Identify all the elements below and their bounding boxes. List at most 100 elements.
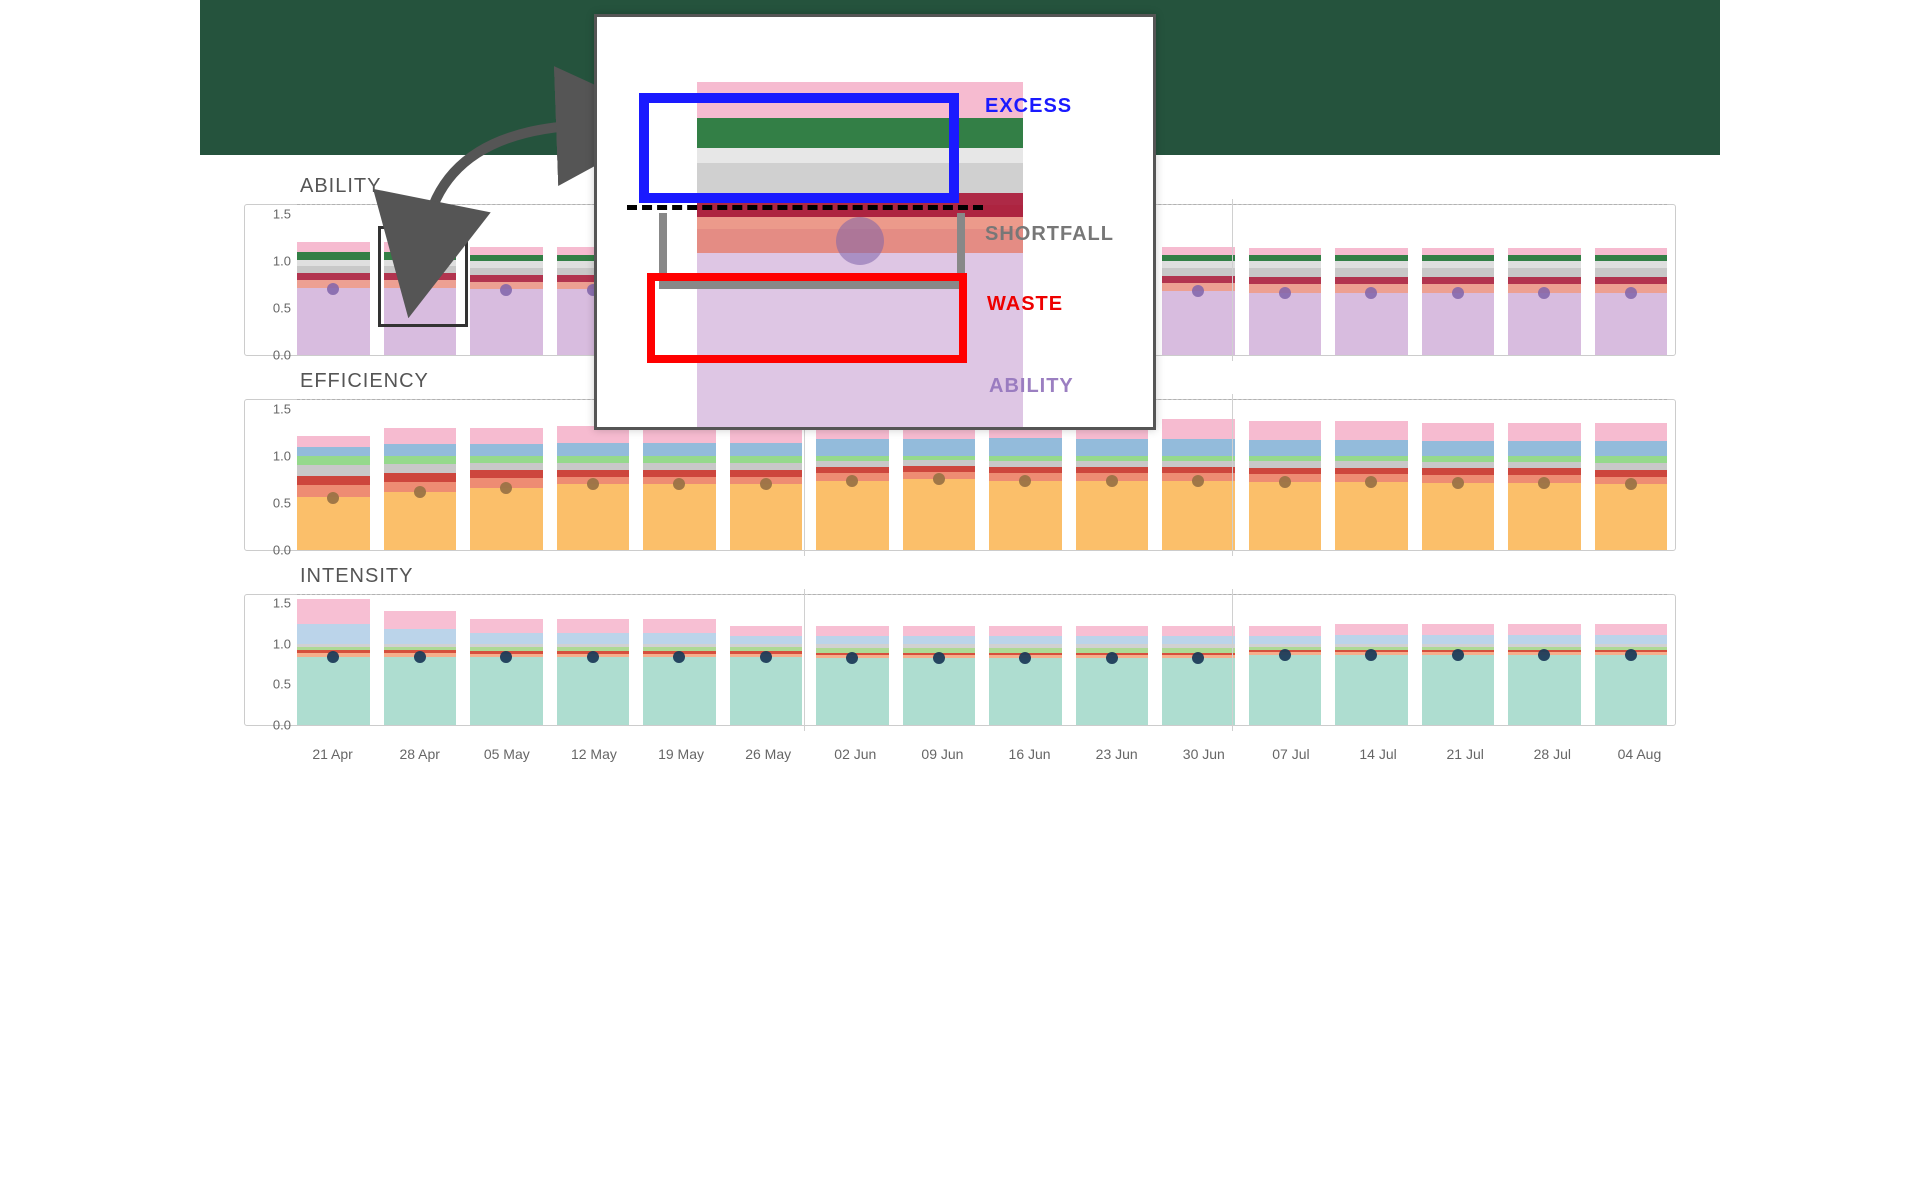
bar-column xyxy=(297,595,370,725)
bar-segment xyxy=(1595,293,1668,355)
callout-waste-box xyxy=(647,273,967,363)
x-tick: 26 May xyxy=(732,740,805,766)
callout-panel: EXCESS SHORTFALL WASTE ABILITY xyxy=(594,14,1156,430)
bar-segment xyxy=(1335,268,1408,277)
bar-segment xyxy=(730,470,803,476)
bar-segment xyxy=(1162,439,1235,456)
bar-segment xyxy=(384,611,457,629)
dot-marker xyxy=(500,284,512,296)
y-tick: 1.0 xyxy=(273,636,291,651)
bar-column xyxy=(470,400,543,550)
bar-segment xyxy=(1508,483,1581,551)
bar-segment xyxy=(643,463,716,471)
dot-marker xyxy=(1019,652,1031,664)
callout-excess-box xyxy=(639,93,959,203)
bar-segment xyxy=(470,633,543,644)
bar-segment xyxy=(557,470,630,476)
bar-segment xyxy=(1162,636,1235,644)
bar-segment xyxy=(1422,293,1495,355)
bar-segment xyxy=(643,456,716,462)
x-tick: 30 Jun xyxy=(1167,740,1240,766)
bar-column xyxy=(989,595,1062,725)
bar-segment xyxy=(816,658,889,725)
bar-segment xyxy=(1249,293,1322,355)
bar-segment xyxy=(1335,293,1408,355)
bar-segment xyxy=(1249,261,1322,268)
bar-segment xyxy=(1595,423,1668,442)
bar-column xyxy=(1335,400,1408,550)
bar-column xyxy=(470,595,543,725)
dot-marker xyxy=(1019,475,1031,487)
bar-segment xyxy=(1422,456,1495,461)
bar-segment xyxy=(1335,255,1408,261)
bar-segment xyxy=(730,657,803,725)
dot-marker xyxy=(1625,287,1637,299)
bar-segment xyxy=(470,275,543,281)
dot-marker xyxy=(673,651,685,663)
bar-segment xyxy=(1249,461,1322,467)
bar-segment xyxy=(1162,255,1235,261)
bar-segment xyxy=(1595,635,1668,644)
bar-segment xyxy=(1595,484,1668,550)
bar-segment xyxy=(297,436,370,447)
bar-segment xyxy=(643,470,716,476)
bar-segment xyxy=(1249,421,1322,441)
bar-segment xyxy=(297,447,370,456)
bar-segment xyxy=(1335,624,1408,635)
bar-segment xyxy=(903,626,976,636)
y-tick: 0.5 xyxy=(273,677,291,692)
bar-segment xyxy=(1335,655,1408,725)
bar-segment xyxy=(1508,624,1581,635)
bar-segment xyxy=(1076,439,1149,456)
bar-segment xyxy=(1595,277,1668,284)
y-tick: 0.5 xyxy=(273,496,291,511)
x-tick: 28 Jul xyxy=(1516,740,1589,766)
bar-column xyxy=(1162,595,1235,725)
dot-marker xyxy=(587,478,599,490)
bar-segment xyxy=(1162,247,1235,255)
bar-segment xyxy=(989,467,1062,473)
bar-segment xyxy=(903,658,976,725)
bar-segment xyxy=(1595,261,1668,268)
bar-segment xyxy=(1508,277,1581,284)
bar-segment xyxy=(643,633,716,644)
bar-segment xyxy=(1335,644,1408,647)
bar-segment xyxy=(1508,644,1581,647)
month-divider xyxy=(1232,199,1233,361)
bar-segment xyxy=(297,242,370,252)
bar-column xyxy=(1162,205,1235,355)
bar-segment xyxy=(1422,261,1495,268)
bar-segment xyxy=(384,647,457,651)
bar-segment xyxy=(903,460,976,465)
bar-segment xyxy=(816,461,889,467)
callout-arrow-icon xyxy=(386,100,606,240)
x-tick: 05 May xyxy=(470,740,543,766)
bar-column xyxy=(816,595,889,725)
dot-marker xyxy=(1192,285,1204,297)
bar-column xyxy=(1335,205,1408,355)
bar-column xyxy=(1595,205,1668,355)
dot-marker xyxy=(1192,652,1204,664)
x-tick: 12 May xyxy=(557,740,630,766)
bar-segment xyxy=(384,473,457,481)
bar-column xyxy=(384,595,457,725)
dot-marker xyxy=(1625,478,1637,490)
bar-segment xyxy=(903,479,976,550)
bar-segment xyxy=(297,647,370,651)
y-tick: 0.0 xyxy=(273,718,291,733)
bar-segment xyxy=(1076,626,1149,636)
bar-segment xyxy=(1162,461,1235,467)
dot-marker xyxy=(500,482,512,494)
bar-segment xyxy=(643,657,716,725)
dot-marker xyxy=(327,492,339,504)
dot-marker xyxy=(933,473,945,485)
bar-segment xyxy=(1508,423,1581,442)
bar-segment xyxy=(816,481,889,550)
bar-segment xyxy=(297,657,370,725)
bar-segment xyxy=(1422,268,1495,277)
bar-segment xyxy=(297,260,370,266)
dot-marker xyxy=(760,651,772,663)
bar-segment xyxy=(1249,277,1322,284)
page: { "ymax": 1.6, "yticks": ["0.0","0.5","1… xyxy=(200,0,1720,833)
x-tick: 21 Jul xyxy=(1429,740,1502,766)
